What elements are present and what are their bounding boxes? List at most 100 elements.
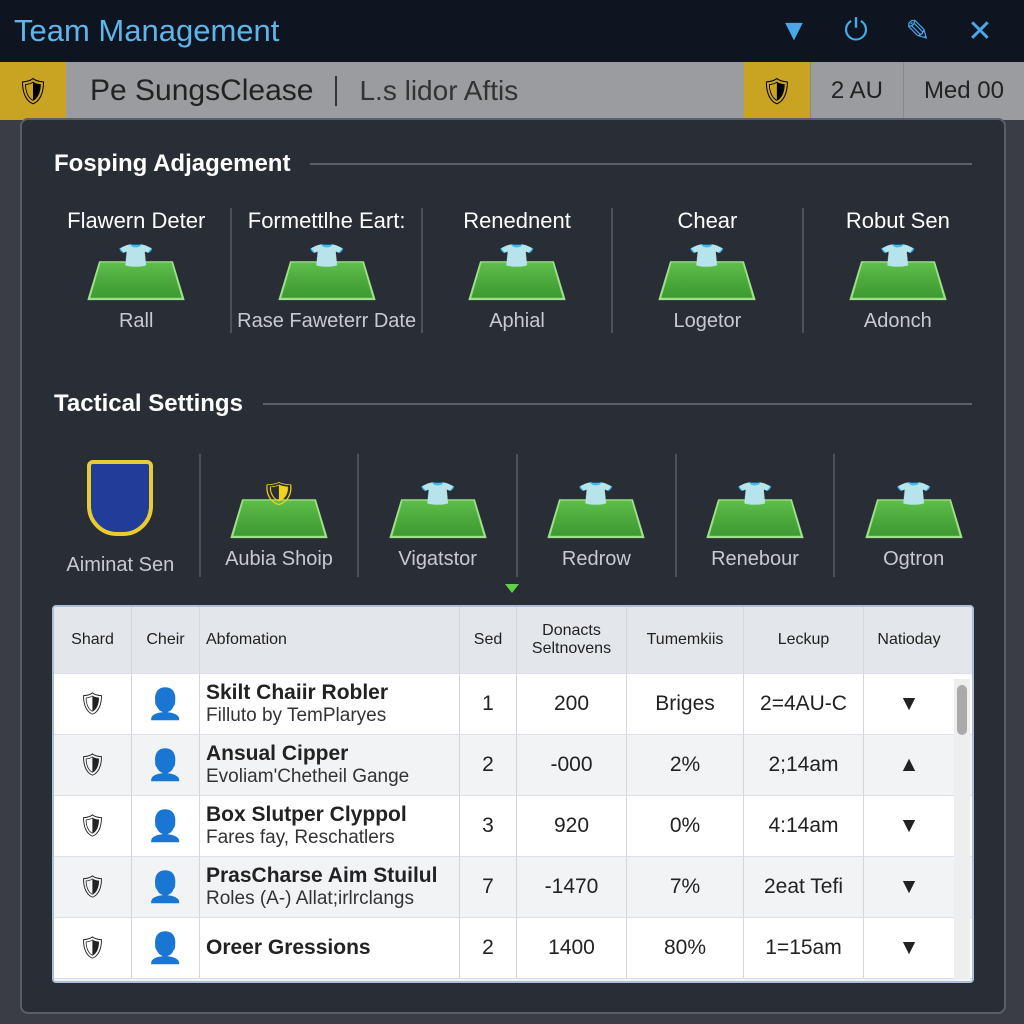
row-toggle-icon[interactable]: ▼ xyxy=(864,674,954,734)
filter-icon[interactable]: ▼ xyxy=(776,13,812,49)
pitch-icon: 👕 xyxy=(849,244,947,301)
tumemkiis-value: 80% xyxy=(627,918,744,978)
table-row[interactable]: 🛡 👤 PrasCharse Aim Stuilul Roles (A-) Allat… xyxy=(54,857,972,918)
card-title: Renednent xyxy=(463,208,571,233)
card-title: Robut Sen xyxy=(845,208,950,233)
pitch-icon: 👕 xyxy=(706,482,804,539)
player-info: Ansual Cipper Evoliam'Chetheil Gange xyxy=(200,735,460,795)
formation-card[interactable]: Robut Sen 👕 Adonch xyxy=(804,208,992,333)
donacts-value: -000 xyxy=(517,735,627,795)
scrollbar-thumb[interactable] xyxy=(957,685,967,735)
selected-indicator-icon xyxy=(505,584,519,600)
formation-card[interactable]: Chear 👕 Logetor xyxy=(613,208,804,333)
player-subtitle: Evoliam'Chetheil Gange xyxy=(206,766,410,787)
player-name: Oreer Gressions xyxy=(206,936,371,959)
tumemkiis-value: Briges xyxy=(627,674,744,734)
tactic-card[interactable]: 👕 Vigatstor xyxy=(359,454,519,577)
donacts-value: 920 xyxy=(517,796,627,856)
pitch-icon: 👕 xyxy=(547,482,646,539)
card-label: Adonch xyxy=(863,310,932,332)
sed-value: 7 xyxy=(460,857,517,917)
tactic-card[interactable]: 🛡 Aubia Shoip xyxy=(201,454,360,577)
tactic-card[interactable]: Aiminat Sen xyxy=(42,454,201,577)
donacts-value: 1400 xyxy=(517,918,627,978)
jersey-icon: 👕 xyxy=(875,243,920,270)
column-header[interactable]: Tumemkiis xyxy=(627,607,744,673)
section-header: Tactical Settings xyxy=(54,390,972,418)
player-info: PrasCharse Aim Stuilul Roles (A-) Allat;i… xyxy=(200,857,460,917)
column-header[interactable]: Natioday xyxy=(864,607,954,673)
team-badge-icon: 🛡 xyxy=(54,674,132,734)
card-label: Ogtron xyxy=(883,548,945,570)
player-name: Skilt Chaiir Robler xyxy=(206,681,389,704)
players-table: Shard Cheir Abfomation Sed Donacts Seltnoven… xyxy=(52,605,974,983)
background-subtitle: L.s lidor Aftis xyxy=(359,75,519,106)
donacts-value: -1470 xyxy=(517,857,627,917)
column-header[interactable]: Sed xyxy=(460,607,517,673)
table-row[interactable]: 🛡 👤 Ansual Cipper Evoliam'Chetheil Gange 2 -0… xyxy=(54,735,972,796)
column-header[interactable]: Leckup xyxy=(744,607,864,673)
column-header[interactable]: Cheir xyxy=(132,607,200,673)
close-icon[interactable]: ✕ xyxy=(962,13,998,49)
team-badge-icon: 🛡 xyxy=(54,796,132,856)
sed-value: 2 xyxy=(460,735,517,795)
tactic-card[interactable]: 👕 Redrow xyxy=(518,454,677,577)
jersey-icon: 👕 xyxy=(494,243,540,270)
power-icon[interactable]: ⏻ xyxy=(838,13,874,49)
leckup-value: 2=4AU-C xyxy=(744,674,864,734)
card-label: Aubia Shoip xyxy=(225,548,333,570)
table-row[interactable]: 🛡 👤 Oreer Gressions 2 1400 80% 1=15am ▼ xyxy=(54,918,972,979)
sed-value: 1 xyxy=(460,674,517,734)
table-row[interactable]: 🛡 👤 Box Slutper Clyppol Fares fay, Reschatl… xyxy=(54,796,972,857)
jersey-icon: 👕 xyxy=(304,243,349,270)
leckup-value: 2;14am xyxy=(744,735,864,795)
formation-card[interactable]: Formettlhe Eart: 👕 Rase Faweterr Date xyxy=(232,208,423,333)
row-toggle-icon[interactable]: ▲ xyxy=(864,735,954,795)
scrollbar[interactable] xyxy=(954,679,970,979)
leckup-value: 2eat Tefi xyxy=(744,857,864,917)
jersey-icon: 👕 xyxy=(114,243,159,270)
row-toggle-icon[interactable]: ▼ xyxy=(864,857,954,917)
tumemkiis-value: 0% xyxy=(627,796,744,856)
column-header[interactable]: Abfomation xyxy=(200,607,460,673)
pitch-icon: 👕 xyxy=(388,482,487,539)
window-title: Team Management xyxy=(14,13,280,48)
card-title: Flawern Deter xyxy=(67,208,206,233)
player-avatar: 👤 xyxy=(132,735,200,795)
card-label: Aphial xyxy=(489,310,545,332)
player-avatar: 👤 xyxy=(132,796,200,856)
column-header[interactable]: Shard xyxy=(54,607,132,673)
pitch-icon: 👕 xyxy=(87,244,185,301)
player-info: Box Slutper Clyppol Fares fay, Reschatler… xyxy=(200,796,460,856)
formation-card[interactable]: Renednent 👕 Aphial xyxy=(423,208,614,333)
player-subtitle: Filluto by TemPlaryes xyxy=(206,705,387,726)
team-badge-icon: 🛡 xyxy=(54,735,132,795)
formation-cards: Flawern Deter 👕 Rall Formettlhe Eart: 👕 Rase … xyxy=(42,208,992,333)
background-header: 🛡 Pe SungsClease L.s lidor Aftis 🛡 2 AU … xyxy=(0,62,1024,120)
jersey-icon: 👕 xyxy=(891,481,936,508)
player-avatar: 👤 xyxy=(132,857,200,917)
background-cell: 2 AU xyxy=(809,62,903,120)
edit-icon[interactable]: ✎ xyxy=(900,13,936,49)
sed-value: 2 xyxy=(460,918,517,978)
tactic-cards: Aiminat Sen 🛡 Aubia Shoip 👕 Vigatstor 👕 Redrow… xyxy=(42,454,992,577)
tactic-card[interactable]: 👕 Ogtron xyxy=(835,454,992,577)
sed-value: 3 xyxy=(460,796,517,856)
formation-card[interactable]: Flawern Deter 👕 Rall xyxy=(42,208,233,333)
tactic-card[interactable]: 👕 Renebour xyxy=(677,454,836,577)
column-header[interactable]: Donacts Seltnovens xyxy=(517,607,627,673)
row-toggle-icon[interactable]: ▼ xyxy=(864,918,954,978)
title-bar: Team Management ▼ ⏻ ✎ ✕ xyxy=(0,0,1024,62)
tumemkiis-value: 2% xyxy=(627,735,744,795)
card-label: Aiminat Sen xyxy=(66,554,175,576)
player-info: Oreer Gressions xyxy=(200,918,460,978)
donacts-value: 200 xyxy=(517,674,627,734)
row-toggle-icon[interactable]: ▼ xyxy=(864,796,954,856)
card-title: Chear xyxy=(677,208,738,233)
player-info: Skilt Chaiir Robler Filluto by TemPlaryes xyxy=(200,674,460,734)
club-badge-icon xyxy=(87,460,154,536)
player-name: Box Slutper Clyppol xyxy=(206,803,407,826)
section-title: Tactical Settings xyxy=(54,390,243,417)
card-label: Renebour xyxy=(711,548,799,570)
table-row[interactable]: 🛡 👤 Skilt Chaiir Robler Filluto by TemPlary… xyxy=(54,674,972,735)
